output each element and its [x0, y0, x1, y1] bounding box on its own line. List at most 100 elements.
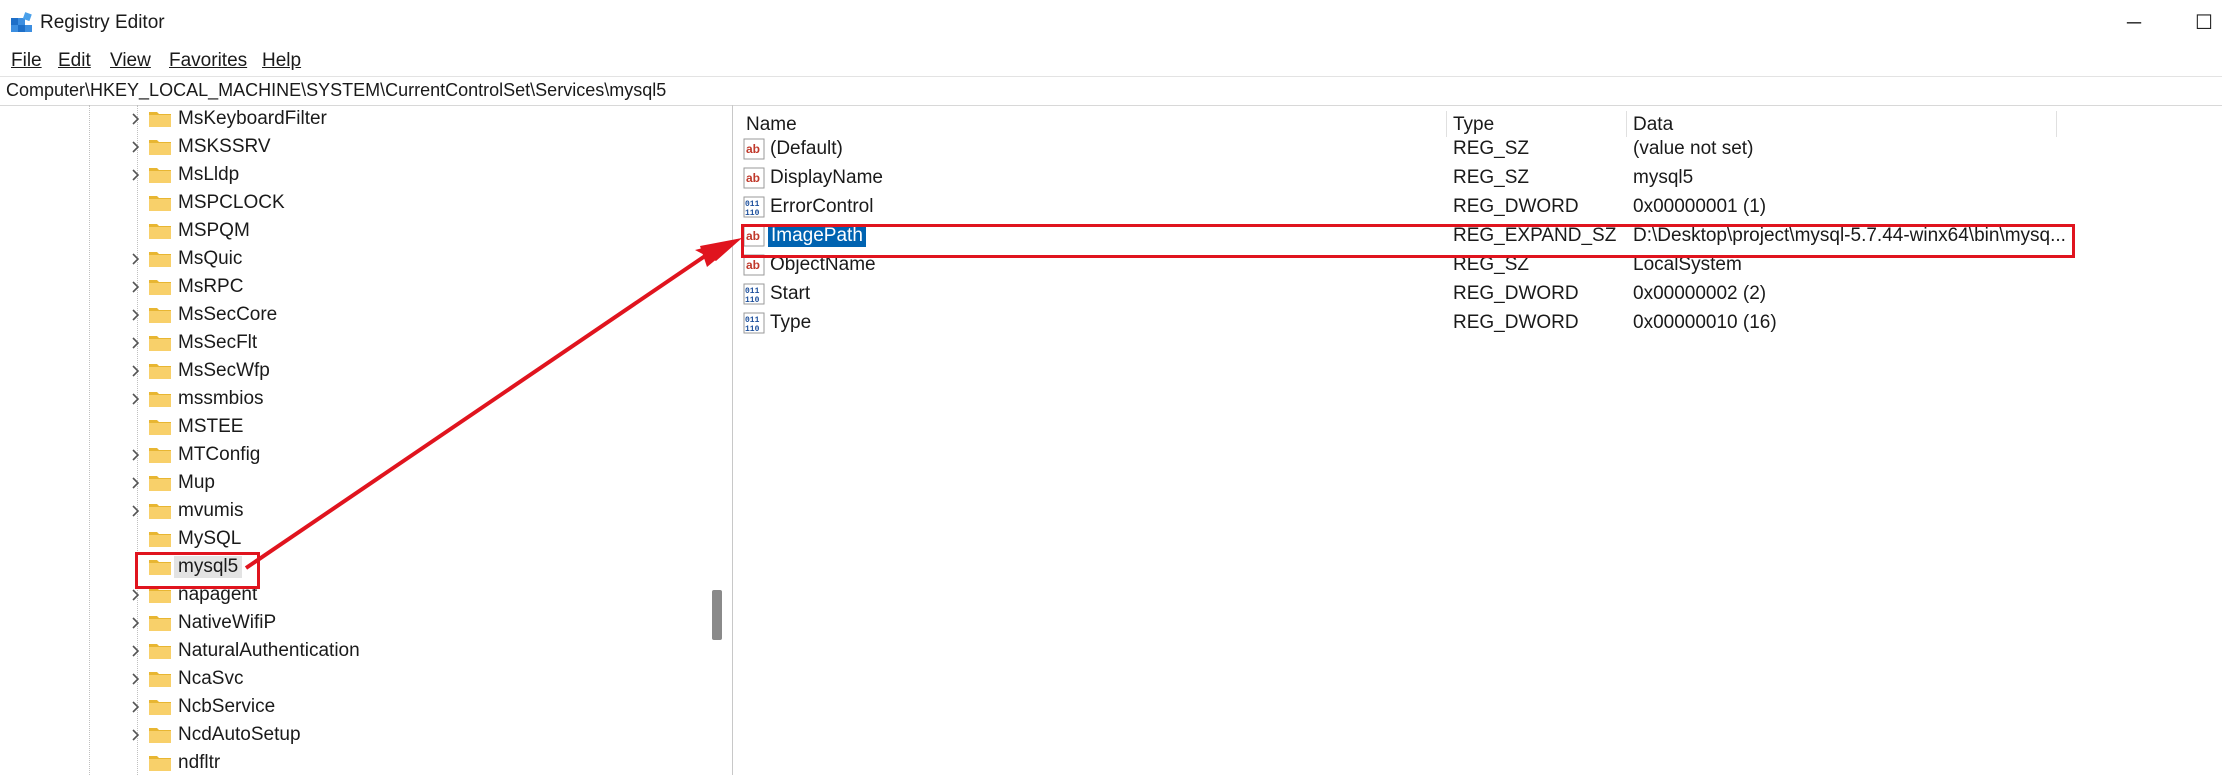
folder-icon	[149, 644, 171, 659]
folder-icon	[149, 364, 171, 379]
tree-item-mskssrv[interactable]: MSKSSRV	[0, 133, 700, 161]
chevron-right-icon[interactable]	[128, 665, 144, 693]
chevron-right-icon[interactable]	[128, 273, 144, 301]
tree-item-mtconfig[interactable]: MTConfig	[0, 441, 700, 469]
tree-item-naturalauthentication[interactable]: NaturalAuthentication	[0, 637, 700, 665]
value-name: Start	[770, 283, 811, 304]
key-tree-pane[interactable]: MsKeyboardFilter MSKSSRV MsLldp MSPCLOCK MSP…	[0, 105, 733, 775]
tree-item-label: MSPQM	[178, 220, 250, 241]
tree-item-ncdautosetup[interactable]: NcdAutoSetup	[0, 721, 700, 749]
value-type: REG_DWORD	[1453, 283, 1579, 304]
menu-view-label: View	[110, 50, 151, 71]
tree-item-label: Mup	[178, 472, 215, 493]
tree-item-mslldp[interactable]: MsLldp	[0, 161, 700, 189]
chevron-right-icon[interactable]	[128, 721, 144, 749]
chevron-right-icon[interactable]	[128, 105, 144, 133]
value-type: REG_SZ	[1453, 138, 1530, 159]
tree-item-label: MsSecCore	[178, 304, 278, 325]
tree-item-mstee[interactable]: MSTEE	[0, 413, 700, 441]
value-row-errorcontrol[interactable]: 011 110 ErrorControl REG_DWORD 0x00000001 (1…	[736, 193, 2076, 221]
menu-help[interactable]: Help	[262, 50, 301, 72]
svg-text:110: 110	[745, 209, 760, 218]
tree-item-label: MsRPC	[178, 276, 244, 297]
address-path[interactable]: Computer\HKEY_LOCAL_MACHINE\SYSTEM\Curre…	[6, 80, 666, 101]
column-separator[interactable]	[1626, 111, 1627, 137]
value-type: REG_SZ	[1453, 167, 1530, 188]
chevron-right-icon[interactable]	[128, 133, 144, 161]
tree-item-label: MsQuic	[178, 248, 243, 269]
value-row-type[interactable]: 011 110 Type REG_DWORD 0x00000010 (16)	[736, 309, 2076, 337]
minimize-button[interactable]: ─	[2114, 6, 2154, 40]
registry-editor-icon	[11, 12, 32, 32]
menu-file-label: File	[11, 50, 42, 71]
tree-item-mspqm[interactable]: MSPQM	[0, 217, 700, 245]
tree-item-mup[interactable]: Mup	[0, 469, 700, 497]
menu-edit[interactable]: Edit	[58, 50, 91, 72]
chevron-right-icon[interactable]	[128, 693, 144, 721]
folder-icon	[149, 308, 171, 323]
tree-item-mssecwfp[interactable]: MsSecWfp	[0, 357, 700, 385]
tree-item-ncasvc[interactable]: NcaSvc	[0, 665, 700, 693]
folder-icon	[149, 532, 171, 547]
tree-item-label: MySQL	[178, 528, 242, 549]
values-list-pane[interactable]: Name Type Data ab (Default) REG_SZ (value n…	[736, 105, 2222, 775]
tree-item-label: NativeWifiP	[178, 612, 277, 633]
window-title: Registry Editor	[40, 12, 165, 33]
chevron-right-icon[interactable]	[128, 637, 144, 665]
tree-item-label: MsKeyboardFilter	[178, 108, 327, 129]
folder-icon	[149, 168, 171, 183]
chevron-right-icon[interactable]	[128, 497, 144, 525]
tree-item-mvumis[interactable]: mvumis	[0, 497, 700, 525]
folder-icon	[149, 672, 171, 687]
tree-item-mssecflt[interactable]: MsSecFlt	[0, 329, 700, 357]
value-data: (value not set)	[1633, 138, 1754, 159]
chevron-right-icon[interactable]	[128, 161, 144, 189]
tree-item-mskeyboardfilter[interactable]: MsKeyboardFilter	[0, 105, 700, 133]
svg-text:011: 011	[745, 200, 760, 209]
chevron-right-icon[interactable]	[128, 301, 144, 329]
menu-file[interactable]: File	[11, 50, 42, 72]
chevron-right-icon[interactable]	[128, 385, 144, 413]
maximize-button[interactable]: ☐	[2184, 6, 2222, 40]
tree-item-mssmbios[interactable]: mssmbios	[0, 385, 700, 413]
tree-item-label: MsLldp	[178, 164, 240, 185]
tree-item-napagent[interactable]: napagent	[0, 581, 700, 609]
tree-item-ndfltr[interactable]: ndfltr	[0, 749, 700, 775]
tree-scrollbar-thumb[interactable]	[712, 590, 722, 640]
chevron-right-icon[interactable]	[128, 245, 144, 273]
tree-item-mysql[interactable]: MySQL	[0, 525, 700, 553]
chevron-right-icon[interactable]	[128, 357, 144, 385]
column-separator[interactable]	[1446, 111, 1447, 137]
annotation-box-mysql5	[135, 552, 260, 589]
tree-item-nativewifip[interactable]: NativeWifiP	[0, 609, 700, 637]
string-value-icon: ab	[743, 167, 765, 189]
tree-item-mysql5[interactable]: mysql5	[0, 553, 700, 581]
chevron-right-icon[interactable]	[128, 609, 144, 637]
tree-item-msseccore[interactable]: MsSecCore	[0, 301, 700, 329]
value-row-displayname[interactable]: ab DisplayName REG_SZ mysql5	[736, 164, 2076, 192]
svg-text:011: 011	[745, 287, 760, 296]
tree-item-mspclock[interactable]: MSPCLOCK	[0, 189, 700, 217]
chevron-right-icon[interactable]	[128, 329, 144, 357]
tree-item-label: ndfltr	[178, 752, 221, 773]
value-row-start[interactable]: 011 110 Start REG_DWORD 0x00000002 (2)	[736, 280, 2076, 308]
value-row-default[interactable]: ab (Default) REG_SZ (value not set)	[736, 135, 2076, 163]
chevron-right-icon[interactable]	[128, 441, 144, 469]
menu-favorites[interactable]: Favorites	[169, 50, 247, 72]
tree-item-msrpc[interactable]: MsRPC	[0, 273, 700, 301]
value-data: 0x00000010 (16)	[1633, 312, 1777, 333]
tree-item-msquic[interactable]: MsQuic	[0, 245, 700, 273]
tree-item-ncbservice[interactable]: NcbService	[0, 693, 700, 721]
tree-scrollbar[interactable]	[706, 105, 730, 775]
tree-item-label: MsSecFlt	[178, 332, 258, 353]
tree-item-label: NaturalAuthentication	[178, 640, 360, 661]
column-separator[interactable]	[2056, 111, 2057, 137]
menu-view[interactable]: View	[110, 50, 151, 72]
address-bar[interactable]: Computer\HKEY_LOCAL_MACHINE\SYSTEM\Curre…	[0, 76, 2222, 106]
value-data: mysql5	[1633, 167, 1694, 188]
value-type: REG_DWORD	[1453, 196, 1579, 217]
tree-item-label: mvumis	[178, 500, 244, 521]
annotation-box-imagepath	[741, 224, 2075, 258]
chevron-right-icon[interactable]	[128, 469, 144, 497]
tree-item-label: MSKSSRV	[178, 136, 271, 157]
